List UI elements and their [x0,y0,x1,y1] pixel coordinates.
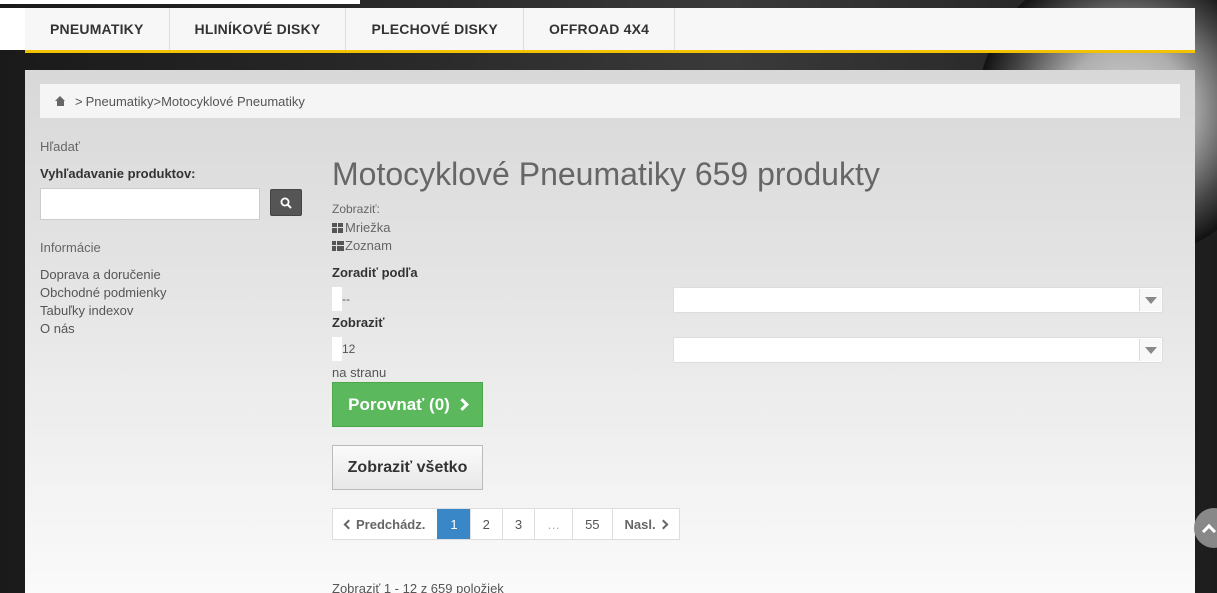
results-count: Zobraziť 1 - 12 z 659 položiek [332,581,504,593]
nav-item-offroad[interactable]: OFFROAD 4X4 [524,8,676,50]
pagination-prev[interactable]: Predchádz. [333,509,437,539]
sort-value: -- [342,292,350,306]
pagination-page-1[interactable]: 1 [437,509,470,539]
nav-left-edge [0,8,25,50]
pagination-page-3[interactable]: 3 [501,509,534,539]
chevron-left-icon [343,519,354,529]
nav-item-pneumatiky[interactable]: PNEUMATIKY [25,8,170,50]
list-item: Tabuľky indexov [40,302,166,320]
per-page-select[interactable] [673,337,1163,363]
search-label: Vyhľadavanie produktov: [40,166,196,181]
top-strip [0,0,360,4]
per-page-label: Zobraziť [332,315,385,330]
compare-button-label: Porovnať (0) [348,394,450,414]
breadcrumb-link-pneumatiky[interactable]: Pneumatiky [86,94,154,109]
nav-item-plechove-disky[interactable]: PLECHOVÉ DISKY [346,8,524,50]
list-item: Doprava a doručenie [40,266,166,284]
compare-button[interactable]: Porovnať (0) [332,382,483,427]
sort-select[interactable] [673,287,1163,313]
search-icon [280,197,292,209]
grid-icon [332,222,344,233]
list-item: Obchodné podmienky [40,284,166,302]
search-button[interactable] [270,189,302,216]
pagination-page-55[interactable]: 55 [572,509,611,539]
per-page-value: 12 [342,342,356,356]
link-o-nas[interactable]: O nás [40,321,75,336]
link-doprava[interactable]: Doprava a doručenie [40,267,161,282]
view-grid-label: Mriežka [345,220,391,235]
link-obchodne-podmienky[interactable]: Obchodné podmienky [40,285,166,300]
chevron-right-icon [658,519,669,529]
view-grid-option[interactable]: Mriežka [332,220,391,235]
show-all-button[interactable]: Zobraziť všetko [332,445,483,490]
pagination-next-label: Nasl. [624,516,656,532]
pagination: Predchádz. 1 2 3 … 55 Nasl. [332,508,680,540]
per-page-suffix: na stranu [332,365,387,380]
view-mode-label: Zobraziť: [332,202,380,216]
per-page-native-select[interactable] [332,337,342,361]
scroll-to-top-button[interactable] [1194,508,1217,548]
link-tabulky-indexov[interactable]: Tabuľky indexov [40,303,133,318]
pagination-ellipsis: … [534,509,572,539]
page-title: Motocyklové Pneumatiky 659 produkty [332,156,880,192]
view-list-option[interactable]: Zoznam [332,238,392,253]
arrow-up-icon [1201,523,1217,538]
info-links: Doprava a doručenie Obchodné podmienky T… [40,266,166,338]
nav-item-hlinikove-disky[interactable]: HLINÍKOVÉ DISKY [170,8,347,50]
home-icon[interactable] [55,96,66,106]
chevron-down-icon[interactable] [1139,339,1161,361]
info-section-title: Informácie [40,240,101,255]
pagination-page-2[interactable]: 2 [469,509,502,539]
main-navigation: PNEUMATIKY HLINÍKOVÉ DISKY PLECHOVÉ DISK… [25,8,1195,53]
breadcrumb-current: >Motocyklové Pneumatiky [153,93,305,109]
chevron-right-icon [455,398,469,411]
sort-label: Zoradiť podľa [332,265,418,280]
pagination-next[interactable]: Nasl. [611,509,679,539]
list-icon [332,240,344,251]
breadcrumb: > Pneumatiky >Motocyklové Pneumatiky [40,84,1180,118]
search-input[interactable] [40,188,260,220]
search-section-title: Hľadať [40,139,80,154]
main-panel: > Pneumatiky >Motocyklové Pneumatiky Hľa… [25,70,1195,593]
list-item: O nás [40,320,166,338]
pagination-prev-label: Predchádz. [356,516,426,532]
chevron-down-icon[interactable] [1139,289,1161,311]
view-list-label: Zoznam [345,238,392,253]
sort-native-select[interactable] [332,287,342,311]
breadcrumb-separator: > [75,93,83,109]
